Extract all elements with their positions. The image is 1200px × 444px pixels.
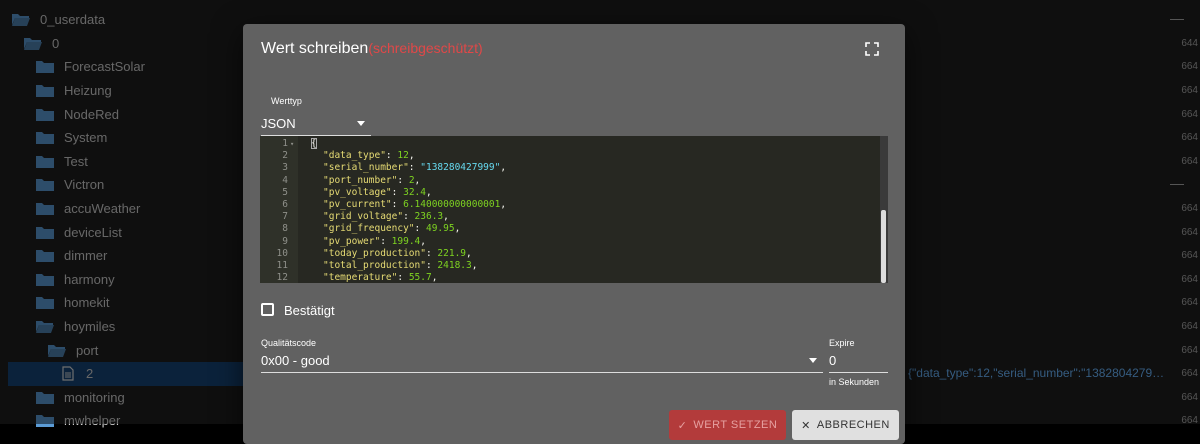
json-value: 55.7 bbox=[408, 272, 432, 283]
fullscreen-icon[interactable] bbox=[865, 42, 879, 56]
check-icon: ✓ bbox=[677, 419, 688, 432]
code-line: 5 "pv_voltage": 32.4, bbox=[260, 187, 880, 199]
readonly-note: (schreibgeschützt) bbox=[368, 40, 483, 56]
expire-value: 0 bbox=[829, 352, 837, 368]
expire-label: Expire bbox=[829, 338, 855, 348]
json-value: 32.4 bbox=[403, 186, 426, 198]
quality-select[interactable]: 0x00 - good bbox=[261, 348, 823, 373]
code-text: "grid_voltage": 236.3, bbox=[323, 211, 449, 223]
code-line: 7 "grid_voltage": 236.3, bbox=[260, 211, 880, 223]
json-key: "pv_voltage" bbox=[323, 186, 392, 198]
code-text: "pv_voltage": 32.4, bbox=[323, 186, 432, 198]
code-line: 4 "port_number": 2, bbox=[260, 175, 880, 187]
line-number: 9 bbox=[282, 235, 288, 247]
line-number: 10 bbox=[276, 247, 288, 259]
json-key: "data_type" bbox=[323, 150, 386, 162]
code-line: 11 "total_production": 2418.3, bbox=[260, 260, 880, 272]
json-key: "grid_frequency" bbox=[323, 223, 415, 235]
set-value-button[interactable]: ✓ WERT SETZEN bbox=[669, 410, 786, 440]
json-key: "pv_power" bbox=[323, 235, 381, 247]
json-value: 12 bbox=[397, 150, 409, 162]
code-line: 9 "pv_power": 199.4, bbox=[260, 236, 880, 248]
line-number: 3 bbox=[282, 162, 288, 174]
json-key: "today_production" bbox=[323, 247, 426, 259]
code-text: "grid_frequency": 49.95, bbox=[323, 223, 461, 235]
json-value: 2418.3 bbox=[437, 260, 472, 271]
value-type-value: JSON bbox=[261, 115, 296, 131]
code-line: 6 "pv_current": 6.140000000000001, bbox=[260, 199, 880, 211]
json-value: "138280427999" bbox=[420, 162, 501, 174]
set-value-label: WERT SETZEN bbox=[693, 419, 778, 431]
line-number: 5 bbox=[282, 186, 288, 198]
fold-icon[interactable]: ▾ bbox=[290, 138, 294, 150]
json-key: "pv_current" bbox=[323, 199, 392, 210]
code-line: 2 "data_type": 12, bbox=[260, 150, 880, 162]
code-text: "port_number": 2, bbox=[323, 174, 421, 186]
code-text: "serial_number": "138280427999", bbox=[323, 162, 507, 174]
json-value: 199.4 bbox=[391, 235, 421, 247]
json-key: "grid_voltage" bbox=[323, 211, 404, 223]
ack-checkbox[interactable] bbox=[261, 303, 274, 316]
expire-input[interactable]: 0 bbox=[829, 348, 888, 373]
dialog-title-text: Wert schreiben bbox=[261, 40, 369, 57]
chevron-down-icon bbox=[809, 358, 817, 363]
line-number: 12 bbox=[276, 272, 288, 283]
json-value: 2 bbox=[408, 174, 415, 186]
line-number: 7 bbox=[282, 211, 288, 223]
code-line: 3 "serial_number": "138280427999", bbox=[260, 162, 880, 174]
json-value: 6.140000000000001 bbox=[403, 199, 501, 210]
line-number: 11 bbox=[276, 260, 288, 271]
editor-scroll-thumb[interactable] bbox=[881, 210, 886, 283]
line-number: 1 bbox=[282, 138, 288, 149]
json-editor[interactable]: 1 ▾{2 "data_type": 12, 3 "serial_number": "1… bbox=[260, 136, 888, 283]
close-icon: ✕ bbox=[801, 419, 811, 432]
value-type-select[interactable]: JSON bbox=[261, 111, 371, 136]
code-text: "pv_power": 199.4, bbox=[323, 235, 426, 247]
json-key: "total_production" bbox=[323, 260, 426, 271]
line-number: 6 bbox=[282, 199, 288, 210]
code-line: 1 ▾{ bbox=[260, 138, 880, 150]
code-text: "pv_current": 6.140000000000001, bbox=[323, 199, 507, 210]
dialog-title: Wert schreiben(schreibgeschützt) bbox=[261, 40, 483, 58]
line-number: 4 bbox=[282, 174, 288, 186]
cancel-label: ABBRECHEN bbox=[816, 419, 890, 431]
json-key: "temperature" bbox=[323, 272, 398, 283]
write-value-dialog: Wert schreiben(schreibgeschützt) Werttyp… bbox=[243, 24, 905, 444]
expire-helper: in Sekunden bbox=[829, 377, 880, 387]
json-key: "port_number" bbox=[323, 174, 398, 186]
json-value: 49.95 bbox=[425, 223, 455, 235]
line-number: 2 bbox=[282, 150, 288, 162]
quality-label: Qualitätscode bbox=[261, 338, 317, 348]
code-line: 12 "temperature": 55.7, bbox=[260, 272, 880, 283]
editor-cursor bbox=[311, 138, 317, 149]
value-type-label: Werttyp bbox=[271, 96, 302, 106]
code-text: "data_type": 12, bbox=[323, 150, 415, 162]
code-line: 8 "grid_frequency": 49.95, bbox=[260, 223, 880, 235]
code-text: "today_production": 221.9, bbox=[323, 247, 472, 259]
code-text: "temperature": 55.7, bbox=[323, 272, 438, 283]
ack-label: Bestätigt bbox=[284, 303, 335, 318]
chevron-down-icon bbox=[357, 121, 365, 126]
code-text: "total_production": 2418.3, bbox=[323, 260, 478, 271]
json-key: "serial_number" bbox=[323, 162, 409, 174]
json-value: 236.3 bbox=[414, 211, 444, 223]
cancel-button[interactable]: ✕ ABBRECHEN bbox=[792, 410, 899, 440]
quality-value: 0x00 - good bbox=[261, 352, 330, 368]
json-value: 221.9 bbox=[437, 247, 467, 259]
code-line: 10 "today_production": 221.9, bbox=[260, 248, 880, 260]
line-number: 8 bbox=[282, 223, 288, 235]
